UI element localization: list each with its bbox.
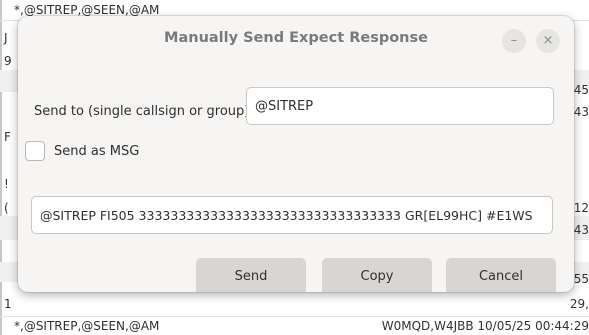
dialog-titlebar[interactable]: Manually Send Expect Response – × <box>18 16 574 64</box>
list-item-fragment: 9 <box>4 54 12 68</box>
list-item-fragment: J <box>4 31 8 45</box>
minimize-button[interactable]: – <box>502 29 526 53</box>
minimize-icon: – <box>510 33 518 48</box>
list-item-fragment: ( <box>4 201 9 215</box>
list-item-fragment: F <box>4 130 11 144</box>
list-item-time: 29, <box>569 297 589 311</box>
list-item-groups: *,@SITREP,@SEEN,@AM <box>14 319 160 333</box>
close-button[interactable]: × <box>536 29 560 53</box>
list-item[interactable]: 1 29, <box>0 296 589 312</box>
dialog-title: Manually Send Expect Response <box>164 30 428 46</box>
dialog-content: Send to (single callsign or group) Send … <box>18 64 574 292</box>
send-button[interactable]: Send <box>196 258 306 292</box>
send-as-msg-checkbox[interactable] <box>25 141 45 161</box>
message-input[interactable] <box>31 196 553 234</box>
expect-response-dialog: Manually Send Expect Response – × Send t… <box>18 16 574 292</box>
sendto-label: Send to (single callsign or group) <box>34 104 250 119</box>
callsign-input[interactable] <box>246 87 554 125</box>
list-item-fragment: 1 <box>4 297 12 311</box>
close-icon: × <box>542 33 554 48</box>
row-divider <box>0 316 589 317</box>
list-item-fragment: ! <box>4 177 9 191</box>
list-item[interactable]: *,@SITREP,@SEEN,@AM W0MQD,W4JBB 10/05/25… <box>0 318 589 334</box>
cancel-button[interactable]: Cancel <box>446 258 556 292</box>
list-item-callsigns-time: W0MQD,W4JBB 10/05/25 00:44:29 <box>381 319 589 333</box>
copy-button[interactable]: Copy <box>322 258 432 292</box>
send-as-msg-label[interactable]: Send as MSG <box>54 144 139 159</box>
